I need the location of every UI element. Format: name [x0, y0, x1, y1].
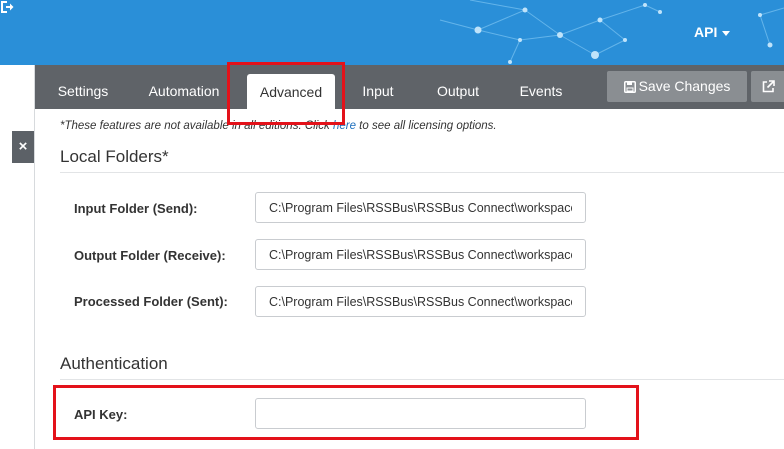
tab-label: Events: [519, 83, 563, 99]
tab-output[interactable]: Output: [425, 65, 491, 109]
input-folder-field[interactable]: [255, 192, 586, 223]
caret-down-icon: [722, 30, 731, 36]
authentication-title: Authentication: [60, 354, 168, 373]
close-icon: ×: [18, 138, 28, 155]
sign-out-icon[interactable]: [0, 0, 14, 14]
tab-label: Automation: [148, 83, 220, 99]
save-icon: [623, 81, 636, 93]
external-link-icon: [762, 80, 775, 93]
tab-settings[interactable]: Settings: [47, 65, 119, 109]
open-external-button[interactable]: [751, 71, 784, 102]
save-changes-label: Save Changes: [638, 78, 731, 94]
tab-label: Settings: [57, 83, 109, 99]
tab-label: Output: [436, 83, 480, 99]
close-panel-button[interactable]: ×: [12, 131, 34, 163]
tab-advanced[interactable]: Advanced: [247, 74, 335, 109]
processed-folder-field[interactable]: [255, 286, 586, 317]
top-header: API: [0, 0, 784, 65]
api-menu-label: API: [694, 24, 718, 40]
licensing-notice: *These features are not available in all…: [60, 120, 497, 132]
panel-divider: [34, 65, 35, 449]
left-sidebar-strip: [0, 65, 34, 449]
tab-automation[interactable]: Automation: [140, 65, 228, 109]
output-folder-label: Output Folder (Receive):: [74, 248, 226, 263]
input-folder-label: Input Folder (Send):: [74, 201, 198, 216]
section-divider: [60, 379, 784, 380]
tab-input[interactable]: Input: [350, 65, 406, 109]
network-decoration: [439, 0, 784, 64]
licensing-link[interactable]: here: [333, 120, 356, 132]
section-divider: [60, 172, 784, 173]
api-key-field[interactable]: [255, 398, 586, 429]
output-folder-field[interactable]: [255, 239, 586, 270]
api-key-label: API Key:: [74, 407, 128, 422]
notice-text: *These features are not available in all…: [60, 120, 333, 132]
api-menu-dropdown[interactable]: API: [694, 24, 731, 40]
notice-text-end: to see all licensing options.: [355, 120, 497, 132]
tab-label: Input: [362, 83, 394, 99]
tab-label: Advanced: [259, 84, 323, 100]
processed-folder-label: Processed Folder (Sent):: [74, 294, 228, 309]
tab-events[interactable]: Events: [509, 65, 573, 109]
save-changes-button[interactable]: Save Changes: [607, 71, 747, 102]
local-folders-title: Local Folders*: [60, 147, 169, 166]
